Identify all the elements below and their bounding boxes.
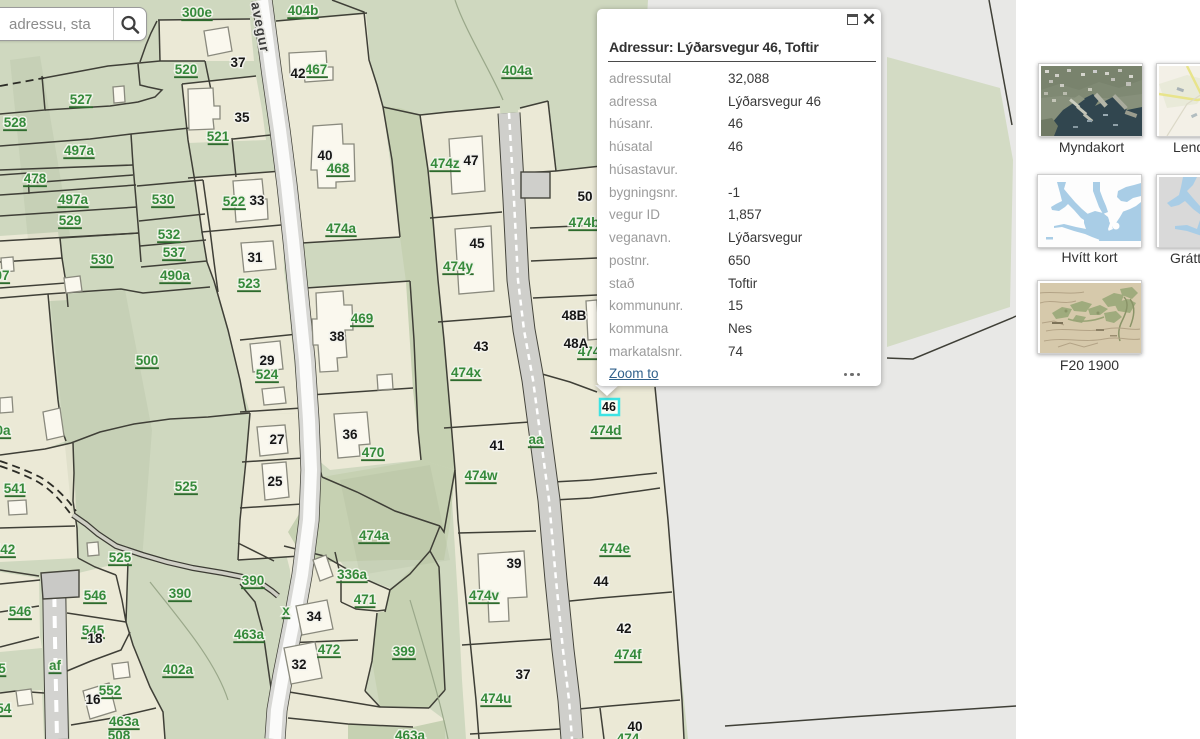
svg-text:497a: 497a	[58, 192, 89, 207]
svg-text:527: 527	[70, 92, 93, 107]
svg-text:530: 530	[91, 252, 114, 267]
svg-text:500: 500	[136, 353, 159, 368]
svg-text:36: 36	[342, 427, 358, 442]
svg-text:44: 44	[593, 574, 609, 589]
svg-text:524: 524	[256, 367, 279, 382]
svg-text:5: 5	[0, 661, 6, 676]
svg-text:16: 16	[85, 692, 101, 707]
svg-text:402a: 402a	[163, 662, 194, 677]
svg-text:463a: 463a	[395, 728, 426, 739]
svg-text:af: af	[49, 658, 62, 673]
svg-text:07: 07	[0, 268, 10, 283]
svg-text:490a: 490a	[160, 268, 191, 283]
svg-text:32: 32	[291, 657, 306, 672]
svg-text:546: 546	[84, 588, 107, 603]
svg-text:474a: 474a	[359, 528, 390, 543]
svg-text:x: x	[282, 603, 290, 618]
svg-text:46: 46	[602, 400, 616, 414]
svg-text:474f: 474f	[614, 647, 642, 662]
svg-text:43: 43	[473, 339, 489, 354]
svg-text:474u: 474u	[481, 691, 512, 706]
svg-text:18: 18	[87, 631, 103, 646]
svg-text:390: 390	[169, 586, 192, 601]
svg-text:529: 529	[59, 213, 82, 228]
svg-text:37: 37	[230, 55, 245, 70]
svg-text:542: 542	[0, 542, 15, 557]
svg-text:520: 520	[175, 62, 198, 77]
svg-text:474d: 474d	[591, 423, 622, 438]
svg-text:470: 470	[362, 445, 385, 460]
svg-text:404b: 404b	[288, 3, 319, 18]
svg-text:469: 469	[351, 311, 374, 326]
svg-text:42: 42	[290, 66, 305, 81]
svg-text:390: 390	[242, 573, 265, 588]
svg-text:34: 34	[306, 609, 322, 624]
svg-text:48B: 48B	[562, 308, 587, 323]
svg-text:474y: 474y	[443, 259, 474, 274]
svg-text:25: 25	[267, 474, 283, 489]
svg-text:38: 38	[329, 329, 345, 344]
svg-text:474b: 474b	[569, 215, 600, 230]
svg-text:554: 554	[0, 701, 12, 716]
svg-text:521: 521	[207, 129, 230, 144]
svg-text:40: 40	[627, 719, 642, 734]
svg-text:45: 45	[469, 236, 485, 251]
svg-text:528: 528	[4, 115, 27, 130]
svg-text:472: 472	[318, 642, 341, 657]
svg-text:522: 522	[223, 194, 246, 209]
svg-text:497a: 497a	[64, 143, 95, 158]
svg-text:336a: 336a	[337, 567, 368, 582]
svg-text:474a: 474a	[326, 221, 357, 236]
svg-text:33: 33	[249, 193, 265, 208]
svg-text:40: 40	[317, 148, 332, 163]
svg-text:0a: 0a	[0, 423, 11, 438]
svg-text:552: 552	[99, 683, 122, 698]
svg-text:471: 471	[354, 592, 377, 607]
svg-text:399: 399	[393, 644, 416, 659]
svg-text:474e: 474e	[600, 541, 631, 556]
svg-text:541: 541	[4, 481, 27, 496]
svg-text:474w: 474w	[464, 468, 498, 483]
svg-text:468: 468	[327, 161, 350, 176]
svg-text:404a: 404a	[502, 63, 533, 78]
svg-text:474v: 474v	[469, 588, 500, 603]
svg-text:42: 42	[616, 621, 631, 636]
svg-text:537: 537	[163, 245, 186, 260]
svg-text:47: 47	[463, 153, 478, 168]
svg-text:467: 467	[305, 62, 328, 77]
svg-text:546: 546	[9, 604, 32, 619]
svg-text:50: 50	[577, 189, 592, 204]
svg-text:530: 530	[152, 192, 175, 207]
svg-text:532: 532	[158, 227, 181, 242]
svg-text:37: 37	[515, 667, 530, 682]
svg-text:474x: 474x	[451, 365, 482, 380]
svg-text:48A: 48A	[564, 336, 589, 351]
svg-text:31: 31	[247, 250, 263, 265]
svg-text:aa: aa	[528, 432, 544, 447]
svg-text:463a: 463a	[109, 714, 140, 729]
svg-text:523: 523	[238, 276, 261, 291]
svg-text:41: 41	[489, 438, 505, 453]
svg-text:27: 27	[269, 432, 284, 447]
svg-text:478: 478	[24, 171, 47, 186]
svg-text:525: 525	[109, 550, 132, 565]
svg-text:525: 525	[175, 479, 198, 494]
svg-text:29: 29	[259, 353, 274, 368]
svg-text:474z: 474z	[430, 156, 460, 171]
svg-text:300e: 300e	[182, 5, 213, 20]
svg-text:463a: 463a	[234, 627, 265, 642]
svg-text:35: 35	[234, 110, 250, 125]
svg-text:39: 39	[506, 556, 521, 571]
